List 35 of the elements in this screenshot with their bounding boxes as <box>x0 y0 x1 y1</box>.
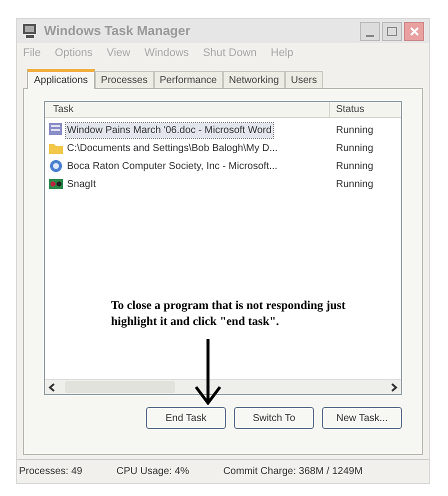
tab[interactable]: Processes <box>94 71 154 88</box>
column-header[interactable]: Status <box>330 102 401 117</box>
globe-icon <box>48 158 64 174</box>
horizontal-scrollbar[interactable] <box>45 379 401 394</box>
tab[interactable]: Users <box>284 71 324 88</box>
end-task-button[interactable]: End Task <box>146 407 226 429</box>
maximize-icon <box>387 26 397 36</box>
task-name[interactable]: Window Pains March '06.doc - Microsoft Word <box>66 122 273 138</box>
status-text: Processes: 49 <box>19 465 82 479</box>
document-icon <box>48 122 64 138</box>
column-header[interactable]: Task <box>45 102 330 117</box>
task-name[interactable]: Boca Raton Computer Society, Inc - Microsoft... <box>66 158 278 174</box>
window-title: Windows Task Manager <box>44 22 190 40</box>
arrow-drawing <box>193 339 223 405</box>
task-name[interactable]: C:\Documents and Settings\Bob Balogh\My D... <box>66 140 279 156</box>
scrollbar-thumb[interactable] <box>65 381 175 393</box>
monitor-icon <box>22 23 38 39</box>
tab[interactable]: Performance <box>154 71 223 88</box>
minimize-icon <box>366 34 374 36</box>
status-text: Commit Charge: 368M / 1249M <box>223 465 363 479</box>
minimize-button[interactable] <box>360 22 380 40</box>
annotation-text: To close a program that is not responding just highlight it and click "end task". <box>111 297 346 329</box>
close-button[interactable] <box>404 22 424 40</box>
task-status: Running <box>335 142 374 156</box>
task-status: Running <box>335 178 374 192</box>
switch-to-button[interactable]: Switch To <box>234 407 314 429</box>
close-icon <box>410 26 418 36</box>
task-name[interactable]: SnagIt <box>66 176 97 192</box>
tab[interactable]: Networking <box>222 71 285 88</box>
maximize-button[interactable] <box>382 22 402 40</box>
new-task-button[interactable]: New Task... <box>322 407 402 429</box>
task-status: Running <box>335 160 374 174</box>
task-status: Running <box>335 124 374 138</box>
tab[interactable]: Applications <box>27 69 95 89</box>
status-text: CPU Usage: 4% <box>116 465 190 479</box>
